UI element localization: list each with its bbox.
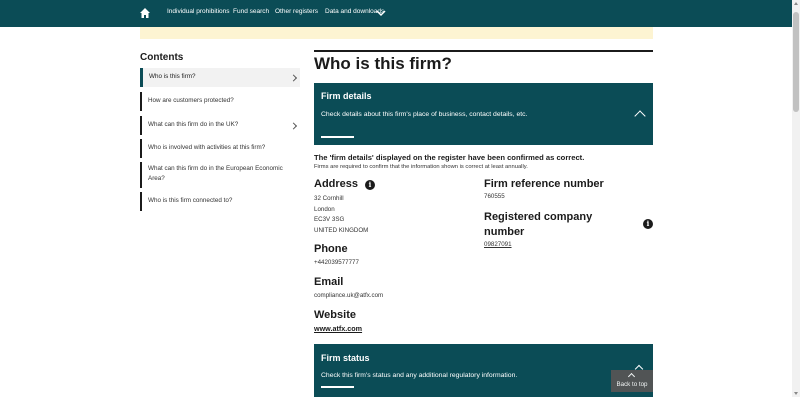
home-icon[interactable]	[139, 7, 151, 19]
address-line: EC3V 3SG	[314, 216, 345, 223]
frn-value: 760555	[484, 193, 505, 200]
nav-fund-search[interactable]: Fund search	[233, 8, 269, 15]
scrollbar-thumb[interactable]	[793, 12, 799, 112]
company-number-heading: Registered company	[484, 211, 593, 223]
toc-item-label: What can this firm do in the European Ec…	[148, 165, 283, 182]
email-value: compliance.uk@atfx.com	[314, 292, 384, 299]
nav-other-registers[interactable]: Other registers	[275, 8, 318, 15]
toc-item-involved-activities[interactable]: Who is involved with activities at this …	[140, 139, 300, 158]
firm-status-panel[interactable]: Firm status Check this firm's status and…	[314, 344, 653, 397]
chevron-down-icon[interactable]	[376, 9, 386, 17]
toc-item-label: What can this firm do in the UK?	[148, 121, 239, 128]
address-line: UNITED KINGDOM	[314, 226, 369, 234]
toc-item-firm-do-eea[interactable]: What can this firm do in the European Ec…	[140, 162, 298, 188]
website-heading: Website	[314, 309, 356, 321]
address-heading: Address	[314, 178, 359, 190]
chevron-up-icon[interactable]	[634, 110, 646, 122]
company-number-link[interactable]: 09827091	[484, 240, 512, 251]
panel-underline	[321, 136, 354, 138]
confirmation-heading: The 'firm details' displayed on the regi…	[314, 153, 585, 162]
title-rule	[314, 50, 653, 52]
firm-details-title: Firm details	[321, 91, 372, 101]
toc-item-label: How are customers protected?	[148, 97, 234, 104]
frn-heading: Firm reference number	[484, 178, 604, 190]
back-to-top-button[interactable]: Back to top	[611, 370, 653, 392]
chevron-right-icon	[289, 121, 298, 130]
toc-item-firm-do-uk[interactable]: What can this firm do in the UK?	[140, 116, 300, 135]
address-line: London	[314, 205, 335, 213]
firm-status-title: Firm status	[321, 353, 370, 363]
phone-value: +442039577777	[314, 259, 359, 266]
toc-item-label: Who is involved with activities at this …	[148, 144, 266, 151]
phone-heading: Phone	[314, 243, 348, 255]
confirmation-subtext: Firms are required to confirm that the i…	[314, 164, 528, 170]
website-link[interactable]: www.atfx.com	[314, 324, 362, 333]
company-number-heading-line2: number	[484, 226, 525, 238]
top-navigation: Individual prohibitions Fund search Othe…	[0, 0, 792, 27]
panel-underline	[321, 386, 354, 388]
chevron-right-icon	[289, 73, 298, 82]
firm-details-panel[interactable]: Firm details Check details about this fi…	[314, 83, 653, 145]
toc-item-firm-connected[interactable]: Who is this firm connected to?	[140, 192, 300, 211]
firm-details-text: Check details about this firm's place of…	[321, 111, 528, 118]
info-icon[interactable]: i	[643, 219, 653, 229]
nav-individual-prohibitions[interactable]: Individual prohibitions	[167, 8, 230, 15]
toc-item-label: Who is this firm connected to?	[148, 197, 233, 204]
firm-status-text: Check this firm's status and any additio…	[321, 372, 518, 379]
scroll-down-arrow-icon[interactable]	[794, 392, 798, 395]
toc-item-label: Who is this firm?	[149, 73, 196, 80]
info-icon[interactable]: i	[365, 180, 375, 190]
page-title: Who is this firm?	[314, 54, 452, 73]
email-heading: Email	[314, 276, 344, 288]
toc-item-who-is-this-firm[interactable]: Who is this firm?	[140, 68, 300, 87]
scrollbar[interactable]	[792, 0, 800, 397]
notice-banner	[140, 27, 653, 39]
arrow-up-icon	[627, 372, 636, 381]
back-to-top-label: Back to top	[616, 381, 648, 388]
toc-item-customers-protected[interactable]: How are customers protected?	[140, 92, 300, 111]
address-line: 32 Cornhill	[314, 195, 344, 202]
scroll-up-arrow-icon[interactable]	[794, 2, 798, 5]
contents-title: Contents	[140, 52, 184, 63]
